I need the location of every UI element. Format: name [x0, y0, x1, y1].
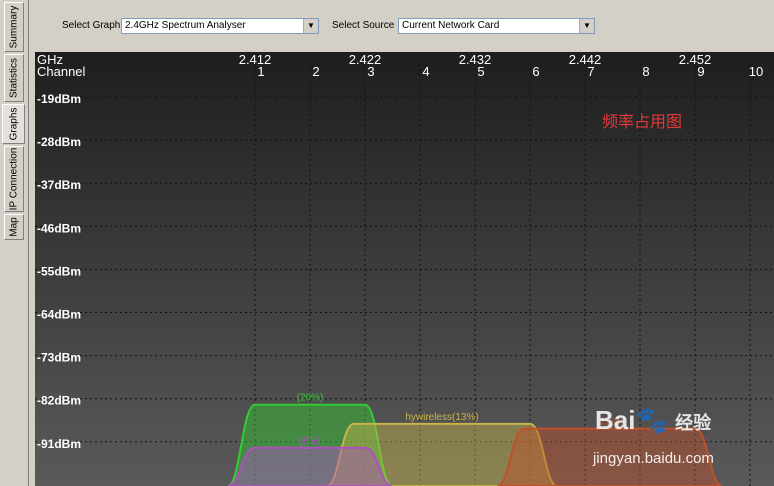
channel-tick-label: 2	[312, 64, 319, 79]
dbm-tick-label: -55dBm	[37, 264, 81, 278]
network-label: hywireless(13%)	[405, 412, 478, 423]
dbm-tick-label: -91dBm	[37, 437, 81, 451]
toolbar: Select Graph 2.4GHz Spectrum Analyser ▼ …	[29, 0, 774, 52]
select-graph-label: Select Graph	[62, 20, 121, 31]
dbm-tick-label: -37dBm	[37, 178, 81, 192]
freq-tick-label: 2.442	[569, 52, 602, 67]
channel-tick-label: 6	[532, 64, 539, 79]
chevron-down-icon[interactable]: ▼	[579, 19, 594, 33]
channel-label: Channel	[37, 64, 86, 79]
chevron-down-icon[interactable]: ▼	[303, 19, 318, 33]
tab-summary[interactable]: Summary	[4, 2, 24, 52]
dbm-tick-label: -28dBm	[37, 135, 81, 149]
channel-tick-label: 8	[642, 64, 649, 79]
freq-tick-label: 2.432	[459, 52, 492, 67]
freq-tick-label: 2.412	[239, 52, 272, 67]
network-label: (20%)	[297, 393, 324, 404]
side-tab-strip: Summary Statistics Graphs IP Connection …	[0, 0, 29, 486]
select-source-dropdown[interactable]: Current Network Card ▼	[398, 18, 595, 34]
dbm-tick-label: -19dBm	[37, 92, 81, 106]
freq-tick-label: 2.452	[679, 52, 712, 67]
freq-tick-label: 2.422	[349, 52, 382, 67]
dbm-tick-label: -73dBm	[37, 351, 81, 365]
dbm-tick-label: -82dBm	[37, 394, 81, 408]
baidu-watermark: Bai🐾 经验	[595, 405, 712, 435]
channel-tick-label: 10	[749, 64, 763, 79]
channel-tick-label: 9	[697, 64, 704, 79]
select-source-label: Select Source	[332, 20, 395, 31]
select-source-value: Current Network Card	[402, 20, 500, 31]
network-curve	[227, 446, 393, 486]
dbm-tick-label: -46dBm	[37, 221, 81, 235]
channel-tick-label: 5	[477, 64, 484, 79]
channel-tick-label: 4	[422, 64, 429, 79]
network-label: (8%)	[299, 436, 320, 447]
channel-tick-label: 3	[367, 64, 374, 79]
annotation-text: 频率占用图	[602, 114, 683, 131]
tab-ip-connection[interactable]: IP Connection	[4, 146, 24, 212]
tab-statistics[interactable]: Statistics	[4, 54, 24, 102]
select-graph-value: 2.4GHz Spectrum Analyser	[125, 20, 246, 31]
tab-map[interactable]: Map	[4, 214, 24, 240]
dbm-tick-label: -64dBm	[37, 308, 81, 322]
channel-tick-label: 7	[587, 64, 594, 79]
tab-graphs[interactable]: Graphs	[2, 104, 25, 144]
channel-tick-label: 1	[257, 64, 264, 79]
select-graph-dropdown[interactable]: 2.4GHz Spectrum Analyser ▼	[121, 18, 319, 34]
watermark-url: jingyan.baidu.com	[593, 450, 714, 467]
